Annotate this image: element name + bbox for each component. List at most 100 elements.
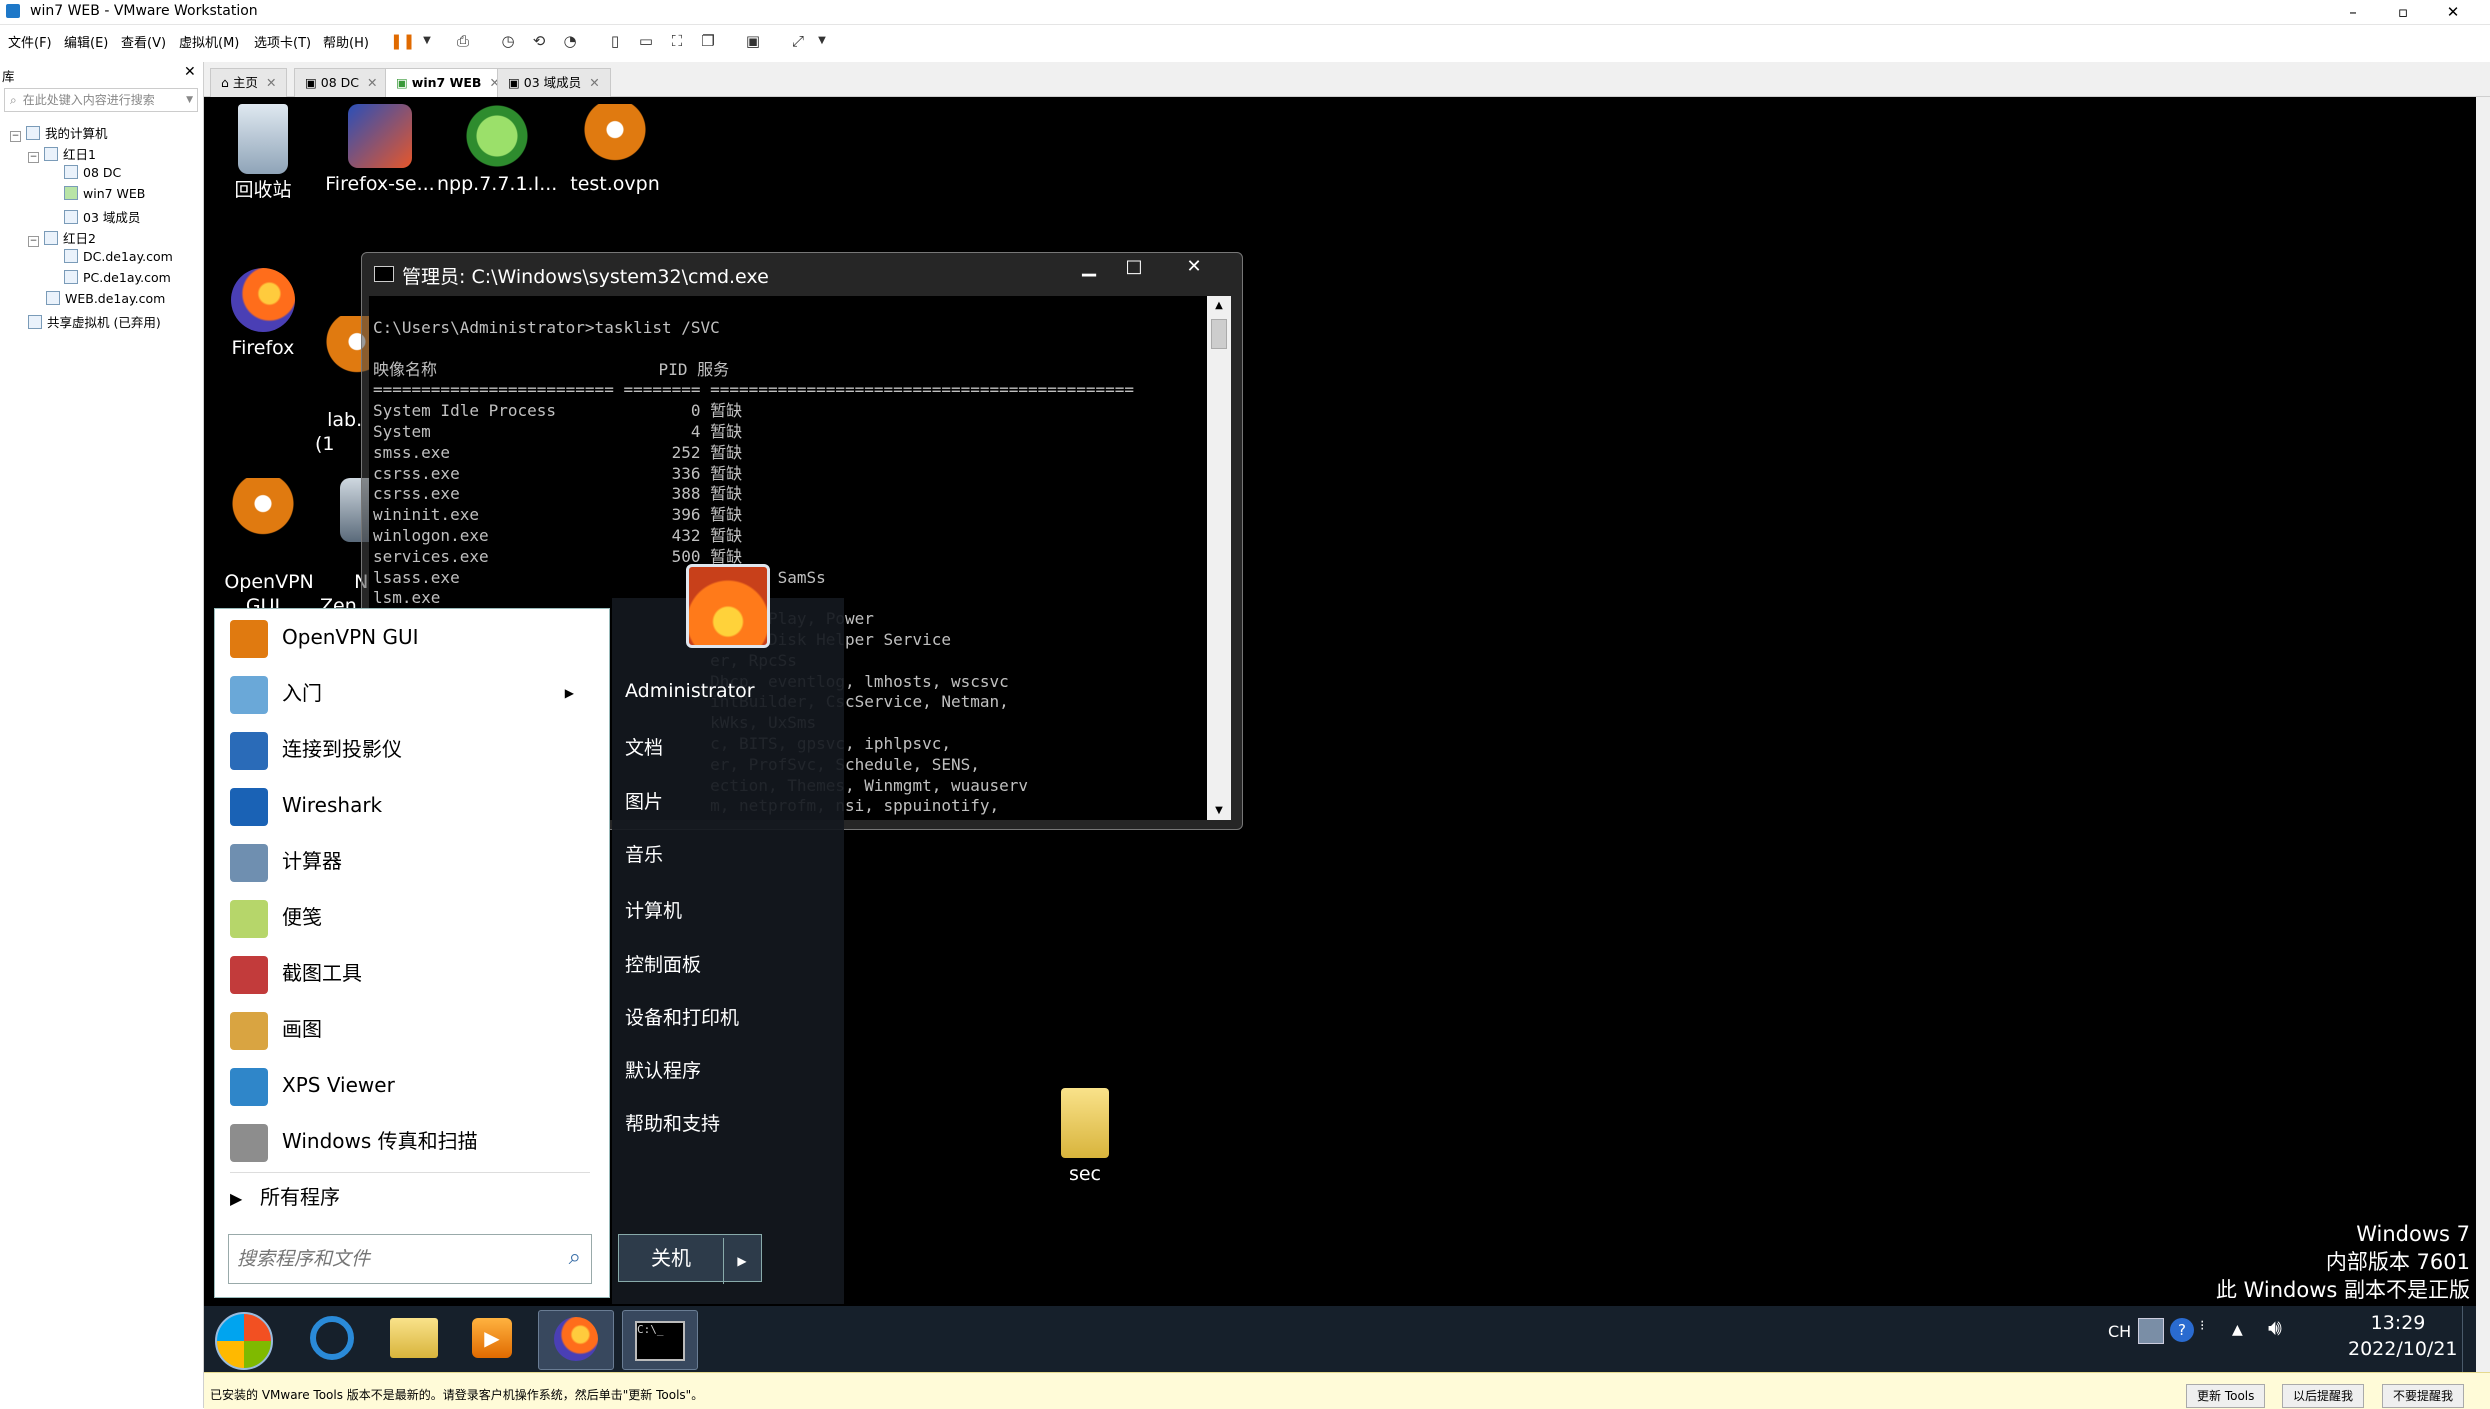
stretch-icon[interactable]: ⤢ [787,30,809,52]
start-menu-place[interactable]: 计算机 [625,896,682,923]
start-menu-place[interactable]: 音乐 [625,840,663,867]
collapse-icon[interactable]: − [10,131,21,142]
tree-folder-hongri2[interactable]: − 红日2 [28,228,96,247]
taskbar-media-player[interactable]: ▶ [460,1310,524,1368]
start-menu-item[interactable]: 计算器 [230,836,590,886]
start-menu-place[interactable]: 帮助和支持 [625,1109,720,1136]
triangle-right-icon[interactable]: ▶ [723,1238,760,1284]
menu-view[interactable]: 查看(V) [121,32,166,51]
maximize-button[interactable]: ▫ [2380,0,2426,24]
start-menu-place[interactable]: 文档 [625,733,663,760]
start-menu-item[interactable]: 画图 [230,1004,590,1054]
tab-03[interactable]: ▣ 03 域成员 ✕ [497,68,611,97]
desktop-icon-firefox-setup[interactable]: Firefox-se... [320,104,440,196]
snapshot-icon[interactable]: ◷ [497,30,519,52]
help-icon[interactable]: ? [2170,1318,2194,1342]
desktop-icon-npp[interactable]: npp.7.7.1.I... [437,104,557,196]
library-search-input[interactable]: ⌕ 在此处键入内容进行搜索 ▼ [4,88,198,112]
chevron-down-icon[interactable]: ▼ [416,30,438,52]
start-menu-item[interactable]: Wireshark [230,780,590,830]
tree-vm-08dc[interactable]: 08 DC [64,165,121,180]
volume-icon[interactable]: 🔊︎ [2268,1316,2282,1341]
snapshot-manager-icon[interactable]: ◔ [559,30,581,52]
chevron-down-icon[interactable]: ▼ [186,89,193,111]
update-tools-button[interactable]: 更新 Tools [2186,1384,2266,1408]
console-icon[interactable]: ▣ [742,30,764,52]
collapse-icon[interactable]: − [28,152,39,163]
start-menu-item[interactable]: OpenVPN GUI [230,612,590,662]
thumbnail-bar-icon[interactable]: ▭ [635,30,657,52]
menu-vm[interactable]: 虚拟机(M) [179,32,239,51]
shutdown-button[interactable]: 关机 ▶ [618,1234,762,1284]
start-menu-place[interactable]: Administrator [625,680,755,702]
tree-vm-dc[interactable]: DC.de1ay.com [64,249,173,264]
tree-my-computer[interactable]: − 我的计算机 [10,123,108,142]
tree-vm-pc[interactable]: PC.de1ay.com [64,270,171,285]
cmd-minimize-button[interactable]: ▁ [1070,254,1108,280]
start-search-box[interactable]: ⌕ [228,1234,592,1284]
start-menu-place[interactable]: 控制面板 [625,950,701,977]
tab-home[interactable]: ⌂ 主页 ✕ [210,68,288,97]
start-menu-item[interactable]: Windows 传真和扫描 [230,1116,590,1166]
start-button[interactable] [212,1310,276,1370]
start-menu-item[interactable]: XPS Viewer [230,1060,590,1110]
taskbar-firefox[interactable] [538,1310,614,1370]
search-icon[interactable]: ⌕ [569,1245,581,1270]
start-menu-item[interactable]: 便笺 [230,892,590,942]
stretch-dropdown-icon[interactable]: ▼ [811,30,833,52]
unity-icon[interactable]: ❐ [697,30,719,52]
keyboard-icon[interactable] [2138,1318,2164,1344]
dont-remind-button[interactable]: 不要提醒我 [2382,1384,2465,1408]
close-button[interactable]: ✕ [2430,0,2476,24]
start-menu-item[interactable]: 连接到投影仪 [230,724,590,774]
minimize-button[interactable]: – [2330,0,2376,24]
desktop-icon-recycle-bin[interactable]: 回收站 [203,104,323,202]
language-indicator[interactable]: CH [2108,1322,2131,1341]
menu-file[interactable]: 文件(F) [8,32,52,51]
vertical-scrollbar[interactable] [2476,97,2490,1372]
start-menu-place[interactable]: 图片 [625,787,663,814]
close-icon[interactable]: ✕ [589,75,599,90]
start-search-input[interactable] [235,1243,549,1275]
scroll-thumb[interactable] [1211,319,1227,349]
ime-options-icon[interactable]: ⁝ [2200,1318,2204,1334]
desktop-icon-sec[interactable]: sec [1025,1088,1145,1186]
tree-vm-win7web[interactable]: win7 WEB [64,186,145,201]
start-menu-place[interactable]: 默认程序 [625,1056,701,1083]
tree-vm-03[interactable]: 03 域成员 [64,207,140,226]
revert-snapshot-icon[interactable]: ⟲ [528,30,550,52]
remind-later-button[interactable]: 以后提醒我 [2282,1384,2365,1408]
taskbar-cmd[interactable]: C:\_ [622,1310,698,1370]
cmd-scrollbar[interactable]: ▲ ▼ [1207,296,1231,820]
system-clock[interactable]: 13:29 2022/10/21 [2348,1310,2458,1362]
taskbar-explorer[interactable] [382,1310,446,1368]
close-icon[interactable]: ✕ [266,75,276,90]
send-keys-icon[interactable]: ⎙ [452,30,474,52]
close-icon[interactable]: ✕ [367,75,377,90]
show-desktop-button[interactable] [2462,1306,2475,1372]
library-view-icon[interactable]: ▯ [604,30,626,52]
tree-shared-vms[interactable]: 共享虚拟机 (已弃用) [28,312,161,331]
tab-08dc[interactable]: ▣ 08 DC ✕ [294,68,389,97]
menu-tabs[interactable]: 选项卡(T) [254,32,311,51]
start-menu-item[interactable]: 入门 ▶ [230,668,590,718]
start-menu-place[interactable]: 设备和打印机 [625,1003,739,1030]
desktop-icon-openvpn-gui[interactable]: OpenVPN GUI [203,430,323,618]
desktop-icon-firefox[interactable]: Firefox [203,268,323,360]
start-menu-item[interactable]: 截图工具 [230,948,590,998]
cmd-maximize-button[interactable]: □ [1115,254,1153,280]
cmd-close-button[interactable]: ✕ [1170,254,1218,280]
tab-win7web[interactable]: ▣ win7 WEB ✕ [385,68,511,97]
scroll-down-icon[interactable]: ▼ [1207,805,1231,816]
show-hidden-icons-icon[interactable]: ▲ [2232,1322,2243,1338]
scroll-up-icon[interactable]: ▲ [1207,300,1231,311]
menu-edit[interactable]: 编辑(E) [64,32,108,51]
tree-vm-web[interactable]: WEB.de1ay.com [46,291,165,306]
pause-icon[interactable]: ❚❚ [390,30,415,52]
tree-folder-hongri1[interactable]: − 红日1 [28,144,96,163]
library-close-icon[interactable]: ✕ [184,64,196,80]
fullscreen-icon[interactable]: ⛶ [666,30,688,52]
all-programs-item[interactable]: ▶ 所有程序 [230,1172,340,1222]
taskbar-ie[interactable] [300,1310,364,1368]
desktop-icon-test-ovpn[interactable]: test.ovpn [555,104,675,196]
